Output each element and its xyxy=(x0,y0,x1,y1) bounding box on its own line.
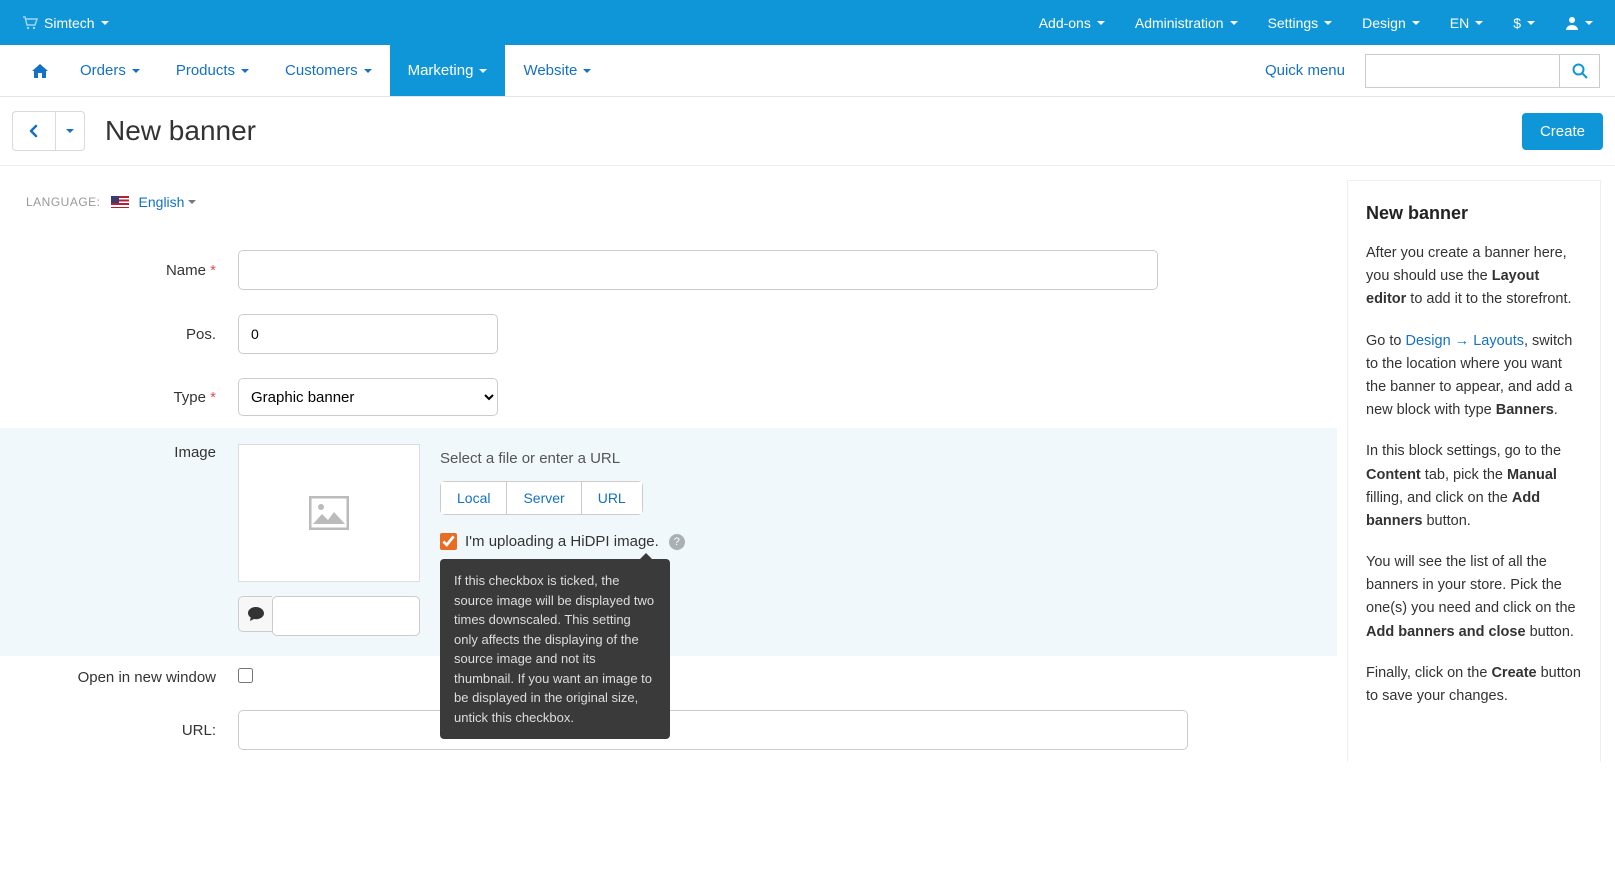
sidebar-p5: Finally, click on the Create button to s… xyxy=(1366,662,1582,708)
caret-down-icon xyxy=(1412,21,1420,25)
caret-down-icon xyxy=(1324,21,1332,25)
sidebar-p1: After you create a banner here, you shou… xyxy=(1366,242,1582,312)
topmenu-language[interactable]: EN xyxy=(1450,15,1483,31)
hidpi-label: I'm uploading a HiDPI image. xyxy=(465,533,659,550)
caption-icon-button[interactable] xyxy=(238,596,272,632)
caret-down-icon xyxy=(1527,21,1535,25)
url-input[interactable] xyxy=(238,710,1188,750)
design-layouts-link[interactable]: Design → Layouts xyxy=(1406,333,1524,349)
global-search xyxy=(1365,45,1600,96)
search-input[interactable] xyxy=(1365,54,1560,88)
caret-down-icon xyxy=(1097,21,1105,25)
back-button[interactable] xyxy=(12,111,55,151)
image-placeholder-icon xyxy=(309,496,349,530)
main-nav: Orders Products Customers Marketing Webs… xyxy=(0,45,1615,97)
url-label: URL: xyxy=(26,722,238,739)
upload-title: Select a file or enter a URL xyxy=(440,450,1311,467)
search-button[interactable] xyxy=(1560,54,1600,88)
open-new-window-checkbox[interactable] xyxy=(238,668,253,683)
topmenu-currency[interactable]: $ xyxy=(1513,15,1535,31)
caret-down-icon xyxy=(1585,21,1593,25)
sidebar-p3: In this block settings, go to the Conten… xyxy=(1366,440,1582,533)
hidpi-help-icon[interactable]: ? xyxy=(669,534,685,550)
hidpi-tooltip: If this checkbox is ticked, the source i… xyxy=(440,559,670,739)
flag-us-icon xyxy=(111,196,129,208)
create-button[interactable]: Create xyxy=(1522,113,1603,150)
brand-menu[interactable]: Simtech xyxy=(22,15,109,31)
help-sidebar: New banner After you create a banner her… xyxy=(1347,180,1601,762)
nav-customers[interactable]: Customers xyxy=(267,45,390,96)
caret-down-icon xyxy=(101,21,109,25)
nav-orders[interactable]: Orders xyxy=(62,45,158,96)
topmenu-addons[interactable]: Add-ons xyxy=(1039,15,1105,31)
name-label: Name * xyxy=(26,262,238,279)
type-label: Type * xyxy=(26,389,238,406)
cart-icon xyxy=(22,16,38,30)
caret-down-icon xyxy=(66,129,74,133)
topmenu-user[interactable] xyxy=(1565,16,1593,30)
topmenu-administration[interactable]: Administration xyxy=(1135,15,1238,31)
top-bar: Simtech Add-ons Administration Settings … xyxy=(0,0,1615,45)
nav-website[interactable]: Website xyxy=(505,45,609,96)
upload-url-button[interactable]: URL xyxy=(582,481,643,515)
nav-marketing[interactable]: Marketing xyxy=(390,45,506,96)
topmenu-settings[interactable]: Settings xyxy=(1268,15,1333,31)
image-label: Image xyxy=(26,444,238,461)
page-title: New banner xyxy=(105,115,256,147)
type-select[interactable]: Graphic banner xyxy=(238,378,498,416)
pos-input[interactable] xyxy=(238,314,498,354)
image-preview[interactable] xyxy=(238,444,420,582)
quick-menu[interactable]: Quick menu xyxy=(1245,45,1365,96)
upload-local-button[interactable]: Local xyxy=(440,481,507,515)
sidebar-title: New banner xyxy=(1366,203,1582,224)
sidebar-p2: Go to Design → Layouts, switch to the lo… xyxy=(1366,330,1582,423)
hidpi-checkbox[interactable] xyxy=(440,533,457,550)
upload-server-button[interactable]: Server xyxy=(507,481,581,515)
name-input[interactable] xyxy=(238,250,1158,290)
pos-label: Pos. xyxy=(26,326,238,343)
brand-label: Simtech xyxy=(44,15,95,31)
caret-down-icon xyxy=(1230,21,1238,25)
sidebar-p4: You will see the list of all the banners… xyxy=(1366,551,1582,644)
nav-products[interactable]: Products xyxy=(158,45,267,96)
page-header: New banner Create xyxy=(0,97,1615,166)
back-dropdown-button[interactable] xyxy=(55,111,85,151)
nav-home[interactable] xyxy=(18,45,62,96)
search-icon xyxy=(1572,63,1588,79)
home-icon xyxy=(32,64,48,78)
language-label: LANGUAGE: xyxy=(26,195,101,209)
arrow-left-icon xyxy=(27,124,41,138)
comment-icon xyxy=(248,607,264,621)
caret-down-icon xyxy=(188,200,196,204)
topmenu-design[interactable]: Design xyxy=(1362,15,1420,31)
caret-down-icon xyxy=(1475,21,1483,25)
language-selector[interactable]: English xyxy=(139,194,197,210)
open-new-window-label: Open in new window xyxy=(26,669,238,686)
user-icon xyxy=(1565,16,1579,30)
caption-input[interactable] xyxy=(272,596,420,636)
